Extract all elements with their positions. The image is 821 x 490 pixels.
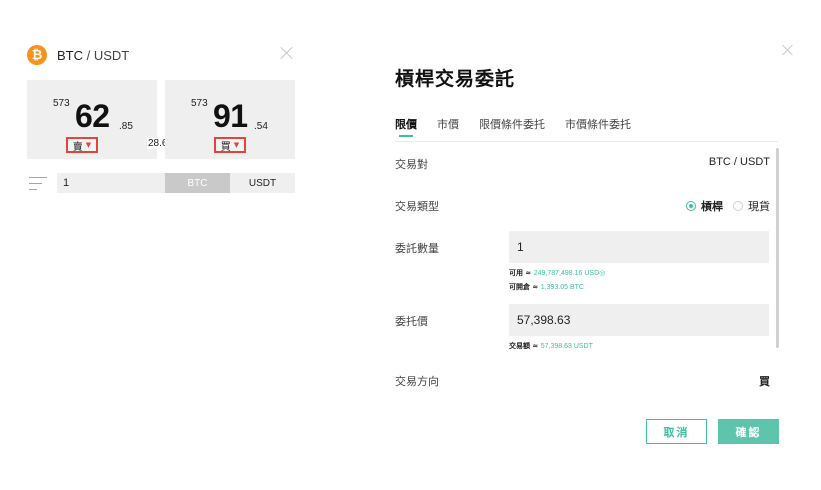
radio-spot-label: 現貨	[748, 200, 770, 213]
pair-quote: USDT	[93, 47, 130, 63]
radio-leverage[interactable]: 槓桿	[686, 198, 723, 214]
sell-price-box[interactable]: 573 62 .85 賣 ▼	[27, 80, 157, 159]
sell-price-prefix: 573	[53, 98, 70, 109]
cancel-button[interactable]: 取消	[646, 419, 707, 444]
scrollbar[interactable]	[776, 148, 779, 348]
bitcoin-icon: ₿	[27, 45, 47, 65]
caret-down-icon: ▼	[85, 141, 92, 149]
trade-type-radio-group: 槓桿 現貨	[676, 198, 770, 214]
sell-price-big: 62	[75, 98, 110, 134]
radio-spot[interactable]: 現貨	[733, 198, 770, 214]
trade-type-label: 交易類型	[395, 200, 439, 213]
tab-limit-conditional[interactable]: 限價條件委托	[479, 116, 545, 136]
radio-dot	[686, 201, 696, 211]
radio-leverage-label: 槓桿	[701, 200, 723, 213]
buy-price-prefix: 573	[191, 98, 208, 109]
pair-separator: /	[83, 47, 94, 63]
buy-button-label: 買	[220, 141, 231, 153]
confirm-button[interactable]: 確認	[718, 419, 779, 444]
order-type-tabs: 限價 市價 限價條件委托 市價條件委托	[395, 116, 651, 137]
amount-value: 57,398.63 USDT	[540, 343, 593, 350]
buy-price-big: 91	[213, 98, 248, 134]
direction-label: 交易方向	[395, 375, 439, 388]
quantity-sort-icon[interactable]	[29, 175, 47, 191]
quick-trade-panel: ₿ BTC / USDT 573 62 .85 賣 ▼ 28.69 573 91 …	[0, 0, 320, 490]
available-hint: 可用 ≈ 249,787,498.16 USD◎	[509, 268, 605, 278]
caret-down-icon: ▼	[233, 141, 240, 149]
openable-hint: 可開倉 ≈ 1,393.05 BTC	[509, 282, 584, 292]
dialog-title: 槓桿交易委託	[395, 68, 516, 90]
sell-button-label: 賣	[72, 141, 83, 153]
close-icon[interactable]	[782, 44, 794, 56]
tab-market-conditional[interactable]: 市價條件委托	[565, 116, 631, 136]
available-label: 可用 ≈	[509, 269, 532, 277]
pair-base: BTC	[57, 47, 83, 63]
quantity-label: 委託數量	[395, 242, 439, 255]
order-quantity-input[interactable]	[509, 231, 769, 263]
buy-price-small: .54	[254, 121, 268, 132]
pair-label: 交易對	[395, 158, 428, 171]
close-icon[interactable]	[280, 46, 294, 60]
direction-value: 買	[759, 376, 770, 388]
buy-price-box[interactable]: 573 91 .54 買 ▼	[165, 80, 295, 159]
sell-button[interactable]: 賣 ▼	[66, 137, 98, 153]
available-value: 249,787,498.16 USD◎	[533, 270, 606, 277]
tab-market[interactable]: 市價	[437, 116, 459, 136]
unit-tab-btc[interactable]: BTC	[165, 173, 230, 193]
unit-tab-usdt[interactable]: USDT	[230, 173, 295, 193]
quantity-row: BTC USDT	[27, 173, 295, 193]
radio-dot	[733, 201, 743, 211]
tabs-divider	[395, 141, 778, 142]
order-price-input[interactable]	[509, 304, 769, 336]
amount-label: 交易額 ≈	[509, 342, 539, 350]
sell-price-small: .85	[119, 121, 133, 132]
pair-header: ₿ BTC / USDT	[27, 45, 129, 65]
tab-limit[interactable]: 限價	[395, 116, 417, 137]
pair-name: BTC / USDT	[57, 48, 129, 63]
order-dialog: 槓桿交易委託 限價 市價 限價條件委托 市價條件委托 交易對 BTC / USD…	[356, 0, 821, 490]
openable-value: 1,393.05 BTC	[540, 284, 584, 291]
openable-label: 可開倉 ≈	[509, 283, 539, 291]
pair-value: BTC / USDT	[708, 156, 770, 168]
amount-hint: 交易額 ≈ 57,398.63 USDT	[509, 341, 593, 351]
buy-button[interactable]: 買 ▼	[214, 137, 246, 153]
price-label: 委托價	[395, 315, 428, 328]
